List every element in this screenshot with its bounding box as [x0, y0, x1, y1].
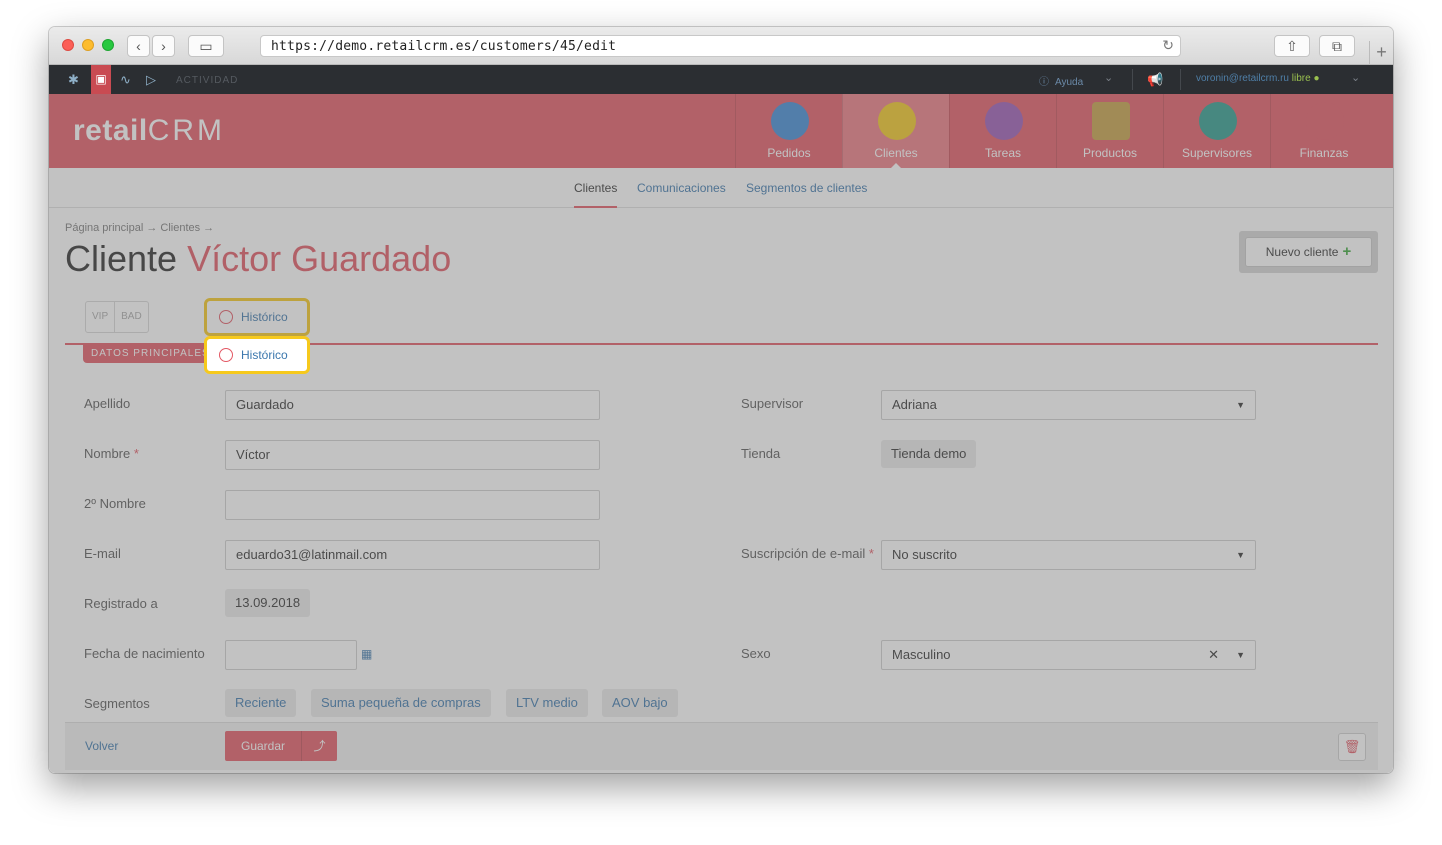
zoom-window-button[interactable] [102, 39, 114, 51]
plus-icon: + [1342, 243, 1352, 260]
suscripcion-label: Suscripción de e-mail * [741, 546, 874, 561]
woman-icon [1199, 102, 1237, 140]
box-icon [1092, 102, 1130, 140]
form-footer: Volver Guardar ⤴ 🗑 [65, 722, 1378, 770]
browser-window: ‹ › ▭ https://demo.retailcrm.es/customer… [49, 27, 1393, 773]
nacimiento-label: Fecha de nacimiento [84, 646, 205, 661]
ledger-icon [1306, 102, 1344, 140]
subnav-clientes[interactable]: Clientes [574, 181, 618, 208]
user-menu[interactable]: voronin@retailcrm.ru libre ● [1196, 73, 1319, 84]
nombre2-label: 2º Nombre [84, 496, 146, 511]
address-bar[interactable]: https://demo.retailcrm.es/customers/45/e… [260, 35, 1181, 57]
nav-item-clientes[interactable]: Clientes [842, 94, 949, 169]
new-tab-icon[interactable]: + [1369, 41, 1393, 65]
breadcrumb[interactable]: Página principal → Clientes → [65, 222, 214, 234]
activity-label[interactable]: ACTIVIDAD [176, 75, 238, 86]
close-window-button[interactable] [62, 39, 74, 51]
supervisor-label: Supervisor [741, 396, 804, 411]
email-input[interactable]: eduardo31@latinmail.com [225, 540, 600, 570]
save-options-arrow-icon[interactable]: ⤴ [301, 731, 337, 761]
clock-icon [219, 347, 233, 362]
gear-icon[interactable]: ✱ [68, 72, 79, 88]
history-button[interactable]: Histórico [204, 298, 310, 336]
page-content: Página principal → Clientes → Cliente Ví… [49, 208, 1393, 773]
divider [1180, 69, 1181, 90]
list-icon [985, 102, 1023, 140]
play-icon[interactable]: ▷ [146, 72, 156, 88]
caret-down-icon: ▼ [1236, 550, 1245, 560]
supervisor-select[interactable]: Adriana ▼ [881, 390, 1256, 420]
subnav-comunicaciones[interactable]: Comunicaciones [637, 181, 726, 195]
segmentos-label: Segmentos [84, 696, 150, 711]
nombre-input[interactable]: Víctor [225, 440, 600, 470]
clock-icon [219, 309, 233, 324]
browser-toolbar: ‹ › ▭ https://demo.retailcrm.es/customer… [49, 27, 1393, 65]
nacimiento-input[interactable] [225, 640, 357, 670]
chevron-down-icon[interactable]: ⌄ [1104, 71, 1113, 84]
status-dot-icon: ● [1313, 73, 1320, 84]
new-client-button[interactable]: Nuevo cliente + [1245, 237, 1372, 267]
tienda-value: Tienda demo [881, 440, 977, 468]
main-header: retailCRM Pedidos Clientes Tareas Produc… [49, 94, 1393, 169]
new-client-wrapper: Nuevo cliente + [1239, 231, 1378, 273]
customer-tags: VIP BAD [85, 301, 149, 333]
back-arrow-icon[interactable]: ‹ [127, 35, 150, 57]
nav-item-productos[interactable]: Productos [1056, 94, 1163, 168]
person-icon [878, 102, 916, 140]
registrado-value: 13.09.2018 [225, 589, 311, 617]
email-label: E-mail [84, 546, 121, 561]
forward-arrow-icon[interactable]: › [152, 35, 175, 57]
reload-icon[interactable]: ↻ [1162, 37, 1174, 54]
subnav-segmentos[interactable]: Segmentos de clientes [746, 181, 867, 195]
segment-reciente[interactable]: Reciente [225, 689, 297, 717]
segment-suma-pequena[interactable]: Suma pequeña de compras [311, 689, 491, 717]
cart-icon [771, 102, 809, 140]
calendar-icon[interactable]: ▦ [361, 647, 372, 661]
apellido-input[interactable]: Guardado [225, 390, 600, 420]
nav-item-supervisores[interactable]: Supervisores [1163, 94, 1270, 168]
chevron-down-icon[interactable]: ⌄ [1351, 71, 1360, 84]
url-text: https://demo.retailcrm.es/customers/45/e… [271, 39, 617, 54]
app: ✱ ▣ ∿ ▷ ACTIVIDAD ⓘ Ayuda ⌄ 📢 voronin@ret… [49, 65, 1393, 773]
nombre2-input[interactable] [225, 490, 600, 520]
sexo-label: Sexo [741, 646, 771, 661]
back-link[interactable]: Volver [85, 739, 118, 753]
help-link[interactable]: ⓘ Ayuda [1039, 73, 1083, 88]
nav-item-finanzas[interactable]: Finanzas [1270, 94, 1377, 168]
caret-down-icon: ▼ [1236, 400, 1245, 410]
tienda-label: Tienda [741, 446, 781, 461]
help-icon: ⓘ [1039, 77, 1049, 88]
share-icon[interactable]: ⇧ [1274, 35, 1310, 57]
main-nav: Pedidos Clientes Tareas Productos Superv… [735, 94, 1377, 169]
tag-vip[interactable]: VIP [86, 302, 114, 332]
megaphone-icon[interactable]: 📢 [1147, 72, 1163, 88]
cart-icon[interactable]: ▣ [91, 65, 111, 94]
save-button[interactable]: Guardar ⤴ [225, 731, 337, 761]
minimize-window-button[interactable] [82, 39, 94, 51]
apellido-label: Apellido [84, 396, 131, 411]
sexo-select[interactable]: Masculino ✕ ▼ [881, 640, 1256, 670]
clear-icon[interactable]: ✕ [1208, 641, 1219, 669]
history-button-highlight[interactable]: Histórico [204, 336, 310, 374]
nombre-label: Nombre * [84, 446, 139, 461]
segment-aov-bajo[interactable]: AOV bajo [602, 689, 678, 717]
divider [1132, 69, 1133, 90]
retailcrm-logo[interactable]: retailCRM [73, 114, 225, 148]
nav-item-pedidos[interactable]: Pedidos [735, 94, 842, 168]
nav-item-tareas[interactable]: Tareas [949, 94, 1056, 168]
tag-bad[interactable]: BAD [114, 302, 148, 332]
trash-icon[interactable]: 🗑 [1338, 733, 1366, 761]
sub-navigation: Clientes Comunicaciones Segmentos de cli… [49, 168, 1393, 208]
registrado-label: Registrado a [84, 596, 158, 611]
segment-ltv-medio[interactable]: LTV medio [506, 689, 588, 717]
tabs-overview-icon[interactable]: ⧉ [1319, 35, 1355, 57]
chart-icon[interactable]: ∿ [120, 72, 131, 88]
caret-down-icon: ▼ [1236, 650, 1245, 660]
suscripcion-select[interactable]: No suscrito ▼ [881, 540, 1256, 570]
sidebar-toggle-icon[interactable]: ▭ [188, 35, 224, 57]
top-utility-bar: ✱ ▣ ∿ ▷ ACTIVIDAD ⓘ Ayuda ⌄ 📢 voronin@ret… [49, 65, 1393, 94]
section-label: DATOS PRINCIPALES [83, 345, 218, 363]
page-title: Cliente Víctor Guardado [65, 238, 452, 279]
